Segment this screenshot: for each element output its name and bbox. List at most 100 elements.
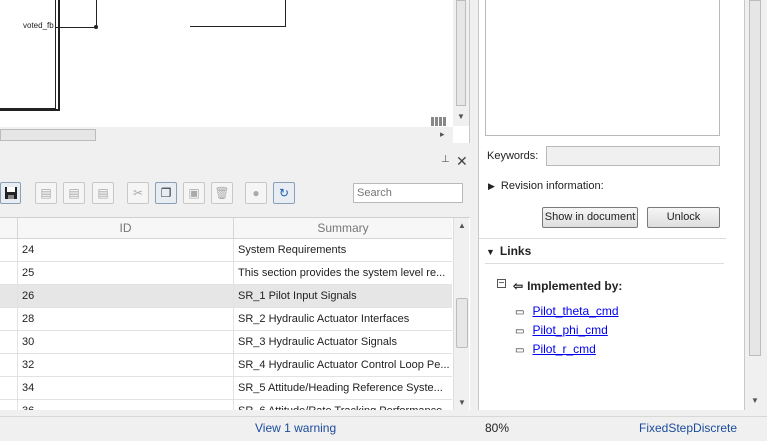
requirements-table: ID Summary 24 System Requirements 25 This … xyxy=(0,217,470,410)
show-in-document-button[interactable]: Show in document xyxy=(542,207,638,228)
expand-arrow-icon: ▶ xyxy=(488,181,495,191)
branch-point xyxy=(94,25,98,29)
keywords-label: Keywords: xyxy=(487,150,539,162)
cell-summary: System Requirements xyxy=(238,244,347,256)
table-row[interactable]: 25 This section provides the system level… xyxy=(0,262,452,285)
link-pilot-theta-cmd[interactable]: Pilot_theta_cmd xyxy=(532,304,618,318)
block-icon: ▭ xyxy=(515,326,525,337)
description-box[interactable] xyxy=(485,0,720,136)
block-outline[interactable] xyxy=(190,0,286,27)
cut-icon: ✂ xyxy=(132,186,144,200)
collapse-tree-icon[interactable]: − xyxy=(497,279,506,289)
pin-icon[interactable]: ⊥ xyxy=(441,154,450,165)
scroll-right-icon[interactable]: ▸ xyxy=(440,129,445,140)
cell-summary: This section provides the system level r… xyxy=(238,267,446,279)
cell-summary: SR_1 Pilot Input Signals xyxy=(238,290,357,302)
table-row[interactable]: 30 SR_3 Hydraulic Actuator Signals xyxy=(0,331,452,354)
unlock-button[interactable]: Unlock xyxy=(647,207,720,228)
add-child-icon: ▤ xyxy=(68,186,80,200)
table-row[interactable]: 24 System Requirements xyxy=(0,239,452,262)
refresh-icon: ↻ xyxy=(278,186,290,200)
cell-summary: SR_4 Hydraulic Actuator Control Loop Pe.… xyxy=(238,359,450,371)
column-header-summary[interactable]: Summary xyxy=(234,218,452,239)
column-header-id[interactable]: ID xyxy=(17,218,234,239)
revision-toggle[interactable]: ▶ Revision information: xyxy=(488,180,604,192)
zoom-level: 80% xyxy=(485,421,510,435)
implemented-by-label: Implemented by: xyxy=(527,279,623,293)
copy-icon: ❐ xyxy=(160,186,172,200)
details-vertical-scrollbar[interactable]: ▼ xyxy=(747,0,764,410)
promote-button[interactable]: ▤ xyxy=(92,182,114,204)
link-pilot-r-cmd[interactable]: Pilot_r_cmd xyxy=(532,342,595,356)
status-bar: View 1 warning 80% FixedStepDiscrete xyxy=(0,416,767,441)
links-section-toggle[interactable]: ▼ Links xyxy=(486,244,531,258)
canvas-vertical-scrollbar[interactable]: ▼ xyxy=(453,0,469,126)
signal-line-branch[interactable] xyxy=(96,0,97,28)
port-label: voted_fb xyxy=(23,21,54,30)
model-canvas[interactable]: voted_fb ▼ ▸ xyxy=(0,0,470,143)
block-icon: ▭ xyxy=(515,307,525,318)
trash-icon: 🗑 xyxy=(214,186,230,200)
link-item[interactable]: ▭ Pilot_theta_cmd xyxy=(515,304,619,318)
table-row[interactable]: 36SR_6 Attitude/Rate Tracking Performanc… xyxy=(0,400,452,410)
divider xyxy=(479,238,726,239)
cell-summary: SR_3 Hydraulic Actuator Signals xyxy=(238,336,397,348)
warning-link[interactable]: View 1 warning xyxy=(255,421,336,435)
table-row[interactable]: 32 SR_4 Hydraulic Actuator Control Loop P… xyxy=(0,354,452,377)
scrollbar-thumb[interactable] xyxy=(749,0,761,356)
cell-summary: SR_5 Attitude/Heading Reference Syste... xyxy=(238,382,443,394)
scroll-down-icon[interactable]: ▼ xyxy=(458,398,466,407)
add-requirement-icon: ▤ xyxy=(40,186,52,200)
cell-id: 36 xyxy=(17,400,234,410)
cell-id: 24 xyxy=(17,239,234,262)
scroll-down-icon[interactable]: ▼ xyxy=(751,396,759,405)
explorer-bar-grip-icon[interactable] xyxy=(431,115,452,126)
scroll-down-icon[interactable]: ▼ xyxy=(457,112,465,121)
delete-button[interactable]: 🗑 xyxy=(211,182,233,204)
promote-icon: ▤ xyxy=(97,186,109,200)
add-child-requirement-button[interactable]: ▤ xyxy=(63,182,85,204)
table-row-selected[interactable]: 26 SR_1 Pilot Input Signals xyxy=(0,285,452,308)
cut-button[interactable]: ✂ xyxy=(127,182,149,204)
paste-button[interactable]: ▣ xyxy=(183,182,205,204)
add-link-button[interactable]: ● xyxy=(245,182,267,204)
revision-label: Revision information: xyxy=(500,180,604,192)
search-input[interactable] xyxy=(353,183,463,203)
table-vertical-scrollbar[interactable]: ▲ ▼ xyxy=(453,218,469,410)
links-header: Links xyxy=(499,244,532,258)
cell-id: 26 xyxy=(17,285,234,308)
add-link-icon: ● xyxy=(252,186,260,200)
scrollbar-thumb[interactable] xyxy=(456,298,468,348)
cell-id: 28 xyxy=(17,308,234,331)
cell-id: 34 xyxy=(17,377,234,400)
refresh-button[interactable]: ↻ xyxy=(273,182,295,204)
canvas-horizontal-scrollbar[interactable]: ▸ xyxy=(0,127,453,143)
details-pane: Keywords: ▶ Revision information: Show in… xyxy=(478,0,745,410)
solver-link[interactable]: FixedStepDiscrete xyxy=(639,421,737,435)
cell-id: 30 xyxy=(17,331,234,354)
implemented-by-group: ⇦ Implemented by: xyxy=(513,279,622,293)
link-item[interactable]: ▭ Pilot_r_cmd xyxy=(515,342,596,356)
scrollbar-thumb[interactable] xyxy=(0,129,96,141)
copy-button[interactable]: ❐ xyxy=(155,182,177,204)
keywords-field[interactable] xyxy=(546,146,720,166)
divider xyxy=(485,263,724,264)
table-header: ID Summary xyxy=(0,218,452,239)
add-requirement-button[interactable]: ▤ xyxy=(35,182,57,204)
signal-line[interactable] xyxy=(56,27,97,28)
link-pilot-phi-cmd[interactable]: Pilot_phi_cmd xyxy=(532,323,607,337)
link-item[interactable]: ▭ Pilot_phi_cmd xyxy=(515,323,608,337)
scrollbar-thumb[interactable] xyxy=(456,0,466,106)
cell-id: 32 xyxy=(17,354,234,377)
subsystem-block[interactable] xyxy=(0,0,56,109)
table-row[interactable]: 34 SR_5 Attitude/Heading Reference Syste.… xyxy=(0,377,452,400)
save-button[interactable] xyxy=(0,182,21,204)
collapse-arrow-icon: ▼ xyxy=(486,247,495,257)
link-arrow-icon: ⇦ xyxy=(513,279,524,293)
close-icon[interactable]: ✕ xyxy=(456,153,468,170)
table-row[interactable]: 28 SR_2 Hydraulic Actuator Interfaces xyxy=(0,308,452,331)
scroll-up-icon[interactable]: ▲ xyxy=(458,221,466,230)
paste-icon: ▣ xyxy=(188,186,200,200)
save-icon xyxy=(4,187,17,199)
block-icon: ▭ xyxy=(515,345,525,356)
